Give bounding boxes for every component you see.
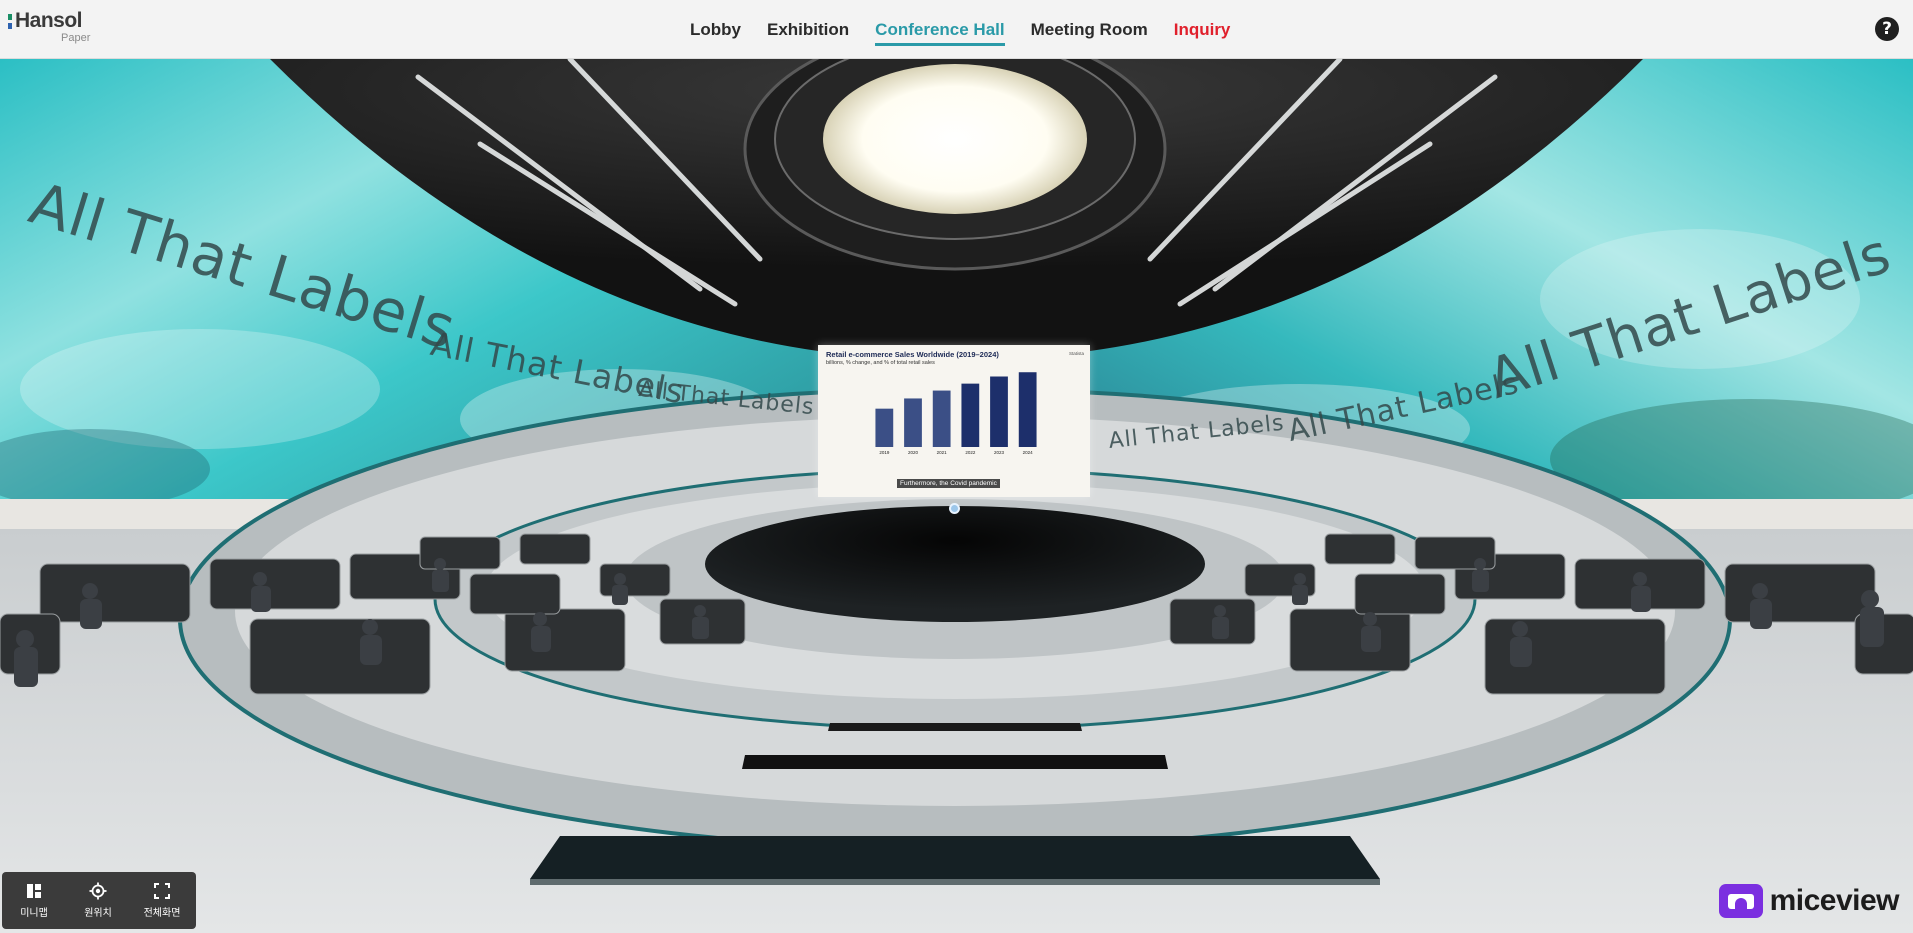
navigation-hotspot[interactable] — [949, 503, 960, 514]
miceview-logo[interactable]: miceview — [1718, 884, 1900, 918]
slide-chart: 2019 2020 2021 2022 2023 2024 — [875, 372, 1037, 455]
conference-hall-scene[interactable]: All That Labels All That Labels All That… — [0, 59, 1913, 933]
chart-tick-label: 2020 — [908, 450, 919, 455]
chart-bar — [1018, 372, 1037, 447]
chart-tick-label: 2022 — [965, 450, 976, 455]
brand-subtitle: Paper — [61, 32, 91, 44]
viewer-controls: 미니맵 원위치 전체화면 — [2, 872, 196, 929]
chart-tick-label: 2023 — [994, 450, 1005, 455]
main-nav: Lobby Exhibition Conference Hall Meeting… — [690, 0, 1256, 59]
nav-inquiry[interactable]: Inquiry — [1174, 14, 1231, 46]
chart-bar — [875, 408, 894, 447]
slide-caption: Furthermore, the Covid pandemic — [897, 479, 1000, 488]
chart-bar — [932, 390, 951, 447]
presentation-screen[interactable]: Retail e-commerce Sales Worldwide (2019–… — [818, 345, 1090, 497]
chart-bar — [904, 398, 922, 447]
brand-name: Hansol — [15, 9, 83, 32]
reset-position-button[interactable]: 원위치 — [66, 872, 130, 929]
chart-tick-label: 2019 — [879, 450, 890, 455]
top-navigation-bar: Hansol Paper Lobby Exhibition Conference… — [0, 0, 1913, 59]
nav-meeting-room[interactable]: Meeting Room — [1031, 14, 1148, 46]
chart-tick-label: 2021 — [937, 450, 948, 455]
minimap-button[interactable]: 미니맵 — [2, 872, 66, 929]
nav-conference-hall[interactable]: Conference Hall — [875, 14, 1006, 46]
chart-tick-label: 2024 — [1023, 450, 1034, 455]
brand-mark-icon — [8, 13, 12, 29]
fullscreen-icon — [154, 883, 170, 899]
help-button[interactable]: ? — [1875, 17, 1899, 41]
reset-position-label: 원위치 — [84, 908, 112, 919]
reset-position-icon — [89, 882, 107, 900]
minimap-icon — [27, 884, 41, 898]
chart-bar — [961, 383, 980, 447]
miceview-mark-icon — [1718, 884, 1763, 918]
chart-bar — [990, 376, 1008, 447]
nav-exhibition[interactable]: Exhibition — [767, 14, 849, 46]
fullscreen-label: 전체화면 — [143, 908, 181, 919]
fullscreen-button[interactable]: 전체화면 — [130, 872, 194, 929]
nav-lobby[interactable]: Lobby — [690, 14, 741, 46]
miceview-logo-text: miceview — [1769, 884, 1900, 917]
minimap-label: 미니맵 — [20, 908, 48, 919]
brand-logo[interactable]: Hansol Paper — [8, 9, 90, 44]
